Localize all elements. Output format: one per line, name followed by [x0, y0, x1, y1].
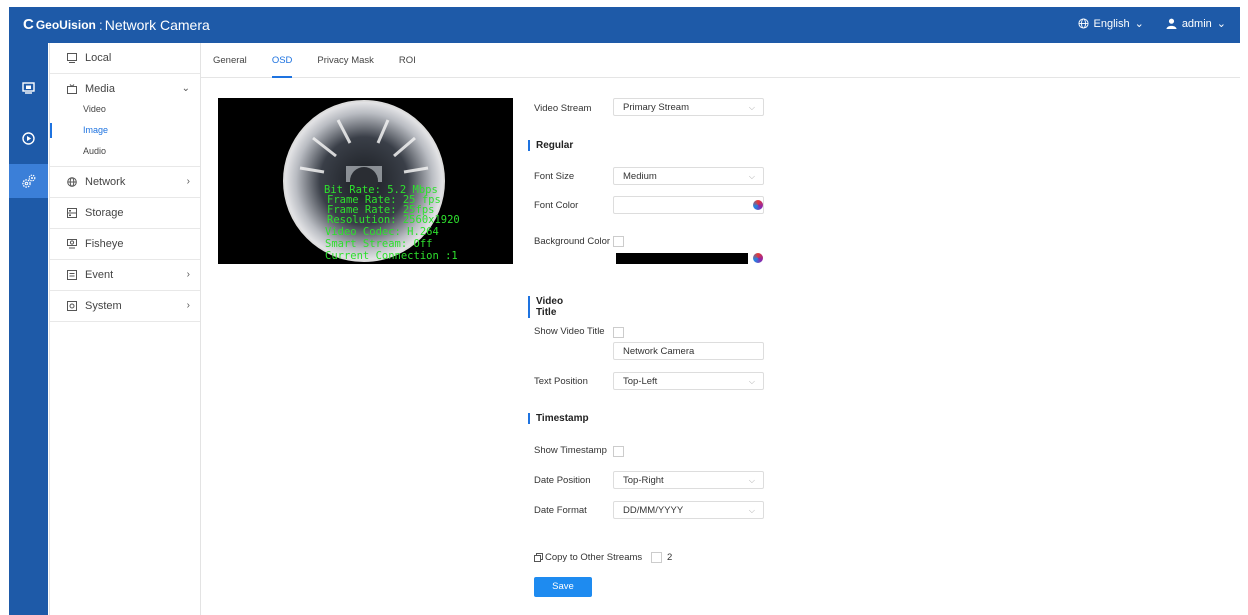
date-format-label: Date Format	[534, 505, 587, 516]
app-title: Network Camera	[104, 16, 210, 33]
copy-stream-checkbox[interactable]	[651, 552, 662, 563]
network-icon	[67, 177, 77, 187]
fisheye-icon	[67, 239, 77, 249]
sidebar-item-label: Network	[85, 176, 126, 188]
save-button[interactable]: Save	[534, 577, 592, 597]
sidebar-item-label: Media	[85, 83, 115, 95]
tab-privacy-mask[interactable]: Privacy Mask	[317, 55, 373, 66]
sidebar-item-label: Fisheye	[85, 238, 124, 250]
live-view-button[interactable]	[9, 71, 48, 105]
text-position-value: Top-Left	[623, 376, 658, 387]
sidebar-sub-video[interactable]: Video	[50, 99, 200, 120]
chevron-down-icon: ⌄	[1216, 18, 1226, 30]
chevron-down-icon: ⌵	[748, 506, 755, 515]
chevron-down-icon: ⌄	[1134, 18, 1144, 30]
tab-osd[interactable]: OSD	[271, 55, 292, 78]
playback-button[interactable]	[9, 121, 48, 155]
sidebar-item-network[interactable]: Network ›	[50, 167, 200, 198]
osd-line: Current Connection :1	[325, 250, 458, 262]
storage-icon	[67, 208, 77, 218]
show-video-title-label: Show Video Title	[534, 326, 605, 337]
date-format-select[interactable]: DD/MM/YYYY ⌵	[613, 501, 764, 519]
main-content: General OSD Privacy Mask ROI Bit Rate: 5…	[201, 43, 1240, 615]
section-regular: Regular	[528, 140, 573, 151]
background-color-field[interactable]	[616, 253, 748, 264]
chevron-down-icon: ⌵	[748, 172, 755, 181]
tab-general[interactable]: General	[213, 55, 247, 66]
sidebar-sub-image[interactable]: Image	[50, 120, 200, 141]
color-picker-icon[interactable]	[753, 253, 763, 263]
user-icon	[1166, 18, 1177, 29]
section-video-title: Video Title	[528, 296, 563, 318]
video-stream-value: Primary Stream	[623, 102, 689, 113]
gears-icon	[21, 174, 35, 188]
chevron-right-icon: ›	[186, 300, 190, 311]
settings-button[interactable]	[9, 164, 48, 198]
chevron-down-icon: ⌵	[748, 377, 755, 386]
monitor-icon	[22, 82, 35, 94]
sidebar-item-system[interactable]: System ›	[50, 291, 200, 322]
sidebar-item-local[interactable]: Local	[50, 43, 200, 74]
language-label: English	[1093, 17, 1130, 30]
font-color-field[interactable]	[613, 196, 764, 214]
copy-stream-number: 2	[667, 552, 673, 563]
copy-to-other-streams-label: Copy to Other Streams	[545, 552, 643, 563]
video-preview[interactable]: Bit Rate: 5.2 Mbps Frame Rate: 25 fps Fr…	[218, 98, 513, 264]
sidebar-item-event[interactable]: Event ›	[50, 260, 200, 291]
date-position-label: Date Position	[534, 475, 591, 486]
background-color-checkbox[interactable]	[613, 236, 624, 247]
section-timestamp: Timestamp	[528, 413, 589, 424]
user-label: admin	[1181, 17, 1212, 30]
tab-roi[interactable]: ROI	[399, 55, 416, 66]
date-position-select[interactable]: Top-Right ⌵	[613, 471, 764, 489]
media-icon	[67, 84, 77, 94]
chevron-right-icon: ›	[186, 176, 190, 187]
event-icon	[67, 270, 77, 280]
sidebar-sub-audio[interactable]: Audio	[50, 141, 200, 162]
chevron-down-icon: ⌵	[748, 476, 755, 485]
font-size-value: Medium	[623, 171, 657, 182]
background-color-label: Background Color	[534, 236, 611, 247]
chevron-down-icon: ⌄	[181, 83, 190, 94]
chevron-right-icon: ›	[186, 269, 190, 280]
top-bar: C GeoUision : Network Camera English ⌄ a…	[9, 7, 1240, 43]
text-position-label: Text Position	[534, 376, 588, 387]
logo-separator: :	[98, 16, 103, 33]
brand: C GeoUision : Network Camera	[23, 16, 210, 33]
font-size-select[interactable]: Medium ⌵	[613, 167, 764, 185]
tab-bar: General OSD Privacy Mask ROI	[201, 43, 1240, 78]
date-format-value: DD/MM/YYYY	[623, 505, 684, 516]
globe-icon	[1077, 18, 1089, 29]
settings-sidebar: Local Media ⌄ Video Image Audio Network …	[49, 43, 201, 615]
icon-rail	[9, 43, 48, 615]
text-position-select[interactable]: Top-Left ⌵	[613, 372, 764, 390]
font-color-label: Font Color	[534, 200, 579, 211]
sidebar-item-label: Local	[85, 52, 112, 64]
video-stream-label: Video Stream	[534, 103, 592, 114]
logo-mark: C	[23, 16, 34, 33]
user-menu[interactable]: admin ⌄	[1166, 17, 1226, 30]
chevron-down-icon: ⌵	[748, 103, 755, 112]
logo-name: GeoUision	[35, 17, 96, 32]
sidebar-item-label: Storage	[85, 207, 124, 219]
sidebar-item-label: Event	[85, 269, 114, 281]
show-timestamp-checkbox[interactable]	[613, 446, 624, 457]
language-dropdown[interactable]: English ⌄	[1077, 17, 1144, 30]
video-title-input[interactable]: Network Camera	[613, 342, 764, 360]
system-icon	[67, 301, 77, 311]
local-icon	[67, 53, 77, 63]
sidebar-item-fisheye[interactable]: Fisheye	[50, 229, 200, 260]
color-picker-icon[interactable]	[753, 200, 763, 210]
sidebar-item-label: System	[85, 300, 122, 312]
copy-icon	[534, 553, 543, 565]
font-size-label: Font Size	[534, 171, 575, 182]
sidebar-item-storage[interactable]: Storage	[50, 198, 200, 229]
play-circle-icon	[22, 131, 35, 145]
date-position-value: Top-Right	[623, 475, 664, 486]
video-stream-select[interactable]: Primary Stream ⌵	[613, 98, 764, 116]
show-timestamp-label: Show Timestamp	[534, 445, 607, 456]
show-video-title-checkbox[interactable]	[613, 327, 624, 338]
